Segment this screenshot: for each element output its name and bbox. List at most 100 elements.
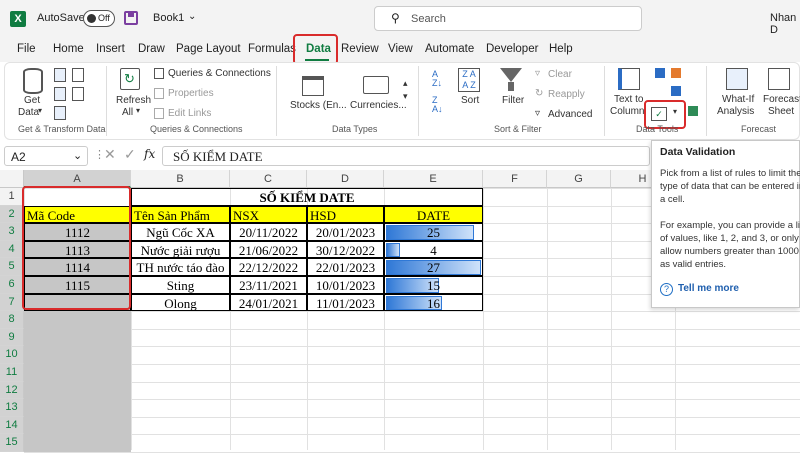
sort-ascending-icon[interactable]: A Z↓	[432, 70, 442, 88]
row-header-7[interactable]: 7	[0, 293, 24, 312]
advanced-button[interactable]: Advanced	[548, 109, 592, 120]
header-date[interactable]: DATE	[384, 205, 483, 224]
get-data-label-1[interactable]: Get	[24, 95, 40, 106]
cell-product[interactable]: Nước giải rượu	[131, 240, 230, 259]
header-nsx[interactable]: NSX	[230, 205, 307, 224]
tab-formulas[interactable]: Formulas	[248, 43, 296, 55]
what-if-analysis-icon[interactable]	[726, 68, 748, 90]
tab-home[interactable]: Home	[53, 43, 84, 55]
save-icon[interactable]	[124, 11, 138, 25]
chevron-up-icon[interactable]: ▴	[403, 78, 408, 89]
currencies-icon[interactable]	[363, 76, 389, 94]
tab-review[interactable]: Review	[341, 43, 379, 55]
edit-links-button[interactable]: Edit Links	[168, 108, 211, 119]
sort-button[interactable]: Sort	[461, 95, 479, 106]
text-to-columns-label-2[interactable]: Column	[610, 106, 644, 117]
tab-file[interactable]: File	[17, 43, 36, 55]
tab-view[interactable]: View	[388, 43, 413, 55]
properties-button[interactable]: Properties	[168, 88, 214, 99]
flash-fill-icon[interactable]	[655, 68, 665, 78]
cell-product[interactable]: TH nước táo đào	[131, 258, 230, 276]
queries-connections-button[interactable]: Queries & Connections	[168, 68, 271, 79]
row-header-11[interactable]: 11	[0, 364, 24, 382]
column-header-c[interactable]: C	[230, 170, 307, 188]
sheet-title[interactable]: SỐ KIỂM DATE	[131, 188, 483, 206]
header-product[interactable]: Tên Sản Phẩm	[131, 205, 230, 224]
forecast-label-2[interactable]: Sheet	[768, 106, 794, 117]
column-header-e[interactable]: E	[384, 170, 483, 188]
row-header-2[interactable]: 2	[0, 205, 24, 224]
cell-product[interactable]: Ngũ Cốc XA	[131, 223, 230, 241]
row-header-15[interactable]: 15	[0, 434, 24, 452]
refresh-label-1[interactable]: Refresh	[116, 95, 151, 106]
cell-nsx[interactable]: 20/11/2022	[230, 223, 307, 241]
row-header-8[interactable]: 8	[0, 311, 24, 329]
consolidate-icon[interactable]	[671, 86, 681, 96]
formula-input[interactable]: SỐ KIỂM DATE	[162, 146, 650, 166]
cell-date[interactable]: 16	[384, 293, 483, 312]
existing-connections-icon[interactable]	[72, 87, 84, 101]
cell-hsd[interactable]: 20/01/2023	[307, 223, 384, 241]
cell-nsx[interactable]: 22/12/2022	[230, 258, 307, 276]
database-icon[interactable]	[23, 68, 43, 94]
what-if-label-2[interactable]: Analysis	[717, 106, 754, 117]
cell-date[interactable]: 15	[384, 276, 483, 294]
row-header-10[interactable]: 10	[0, 346, 24, 364]
tell-me-more-link[interactable]: Tell me more	[678, 283, 739, 294]
row-header-14[interactable]: 14	[0, 416, 24, 435]
refresh-label-2[interactable]: All	[122, 107, 133, 118]
clear-button[interactable]: Clear	[548, 69, 572, 80]
text-to-columns-label-1[interactable]: Text to	[614, 94, 643, 105]
cancel-icon[interactable]: ✕	[104, 146, 116, 163]
chevron-down-icon[interactable]: ▾	[38, 106, 42, 115]
chevron-down-icon[interactable]: ⌄	[188, 11, 196, 22]
filter-button[interactable]: Filter	[502, 95, 524, 106]
tab-insert[interactable]: Insert	[96, 43, 125, 55]
sort-descending-icon[interactable]: Z A↓	[432, 96, 443, 114]
currencies-button[interactable]: Currencies...	[350, 100, 407, 111]
row-header-1[interactable]: 1	[0, 188, 24, 206]
tab-help[interactable]: Help	[549, 43, 573, 55]
cell-product[interactable]: Olong	[131, 293, 230, 312]
text-to-columns-icon[interactable]	[618, 68, 640, 90]
row-header-3[interactable]: 3	[0, 223, 24, 241]
cell-hsd[interactable]: 11/01/2023	[307, 293, 384, 312]
reapply-button[interactable]: Reapply	[548, 89, 585, 100]
get-data-label-2[interactable]: Data	[18, 107, 39, 118]
stocks-icon[interactable]	[302, 76, 324, 96]
header-hsd[interactable]: HSD	[307, 205, 384, 224]
filter-icon[interactable]	[500, 68, 522, 82]
column-header-d[interactable]: D	[307, 170, 384, 188]
select-all-corner[interactable]	[0, 170, 24, 188]
chevron-down-icon[interactable]: ▾	[403, 91, 408, 102]
cell-product[interactable]: Sting	[131, 276, 230, 294]
insert-function-button[interactable]: fx	[144, 147, 155, 161]
row-header-4[interactable]: 4	[0, 240, 24, 259]
chevron-down-icon[interactable]: ⌄	[73, 149, 82, 162]
cell-nsx[interactable]: 21/06/2022	[230, 240, 307, 259]
name-box[interactable]: A2 ⌄	[4, 146, 88, 166]
cell-nsx[interactable]: 24/01/2021	[230, 293, 307, 312]
row-header-6[interactable]: 6	[0, 276, 24, 294]
enter-icon[interactable]: ✓	[124, 146, 136, 163]
column-header-f[interactable]: F	[483, 170, 547, 188]
tab-automate[interactable]: Automate	[425, 43, 474, 55]
tab-developer[interactable]: Developer	[486, 43, 538, 55]
autosave-toggle[interactable]: Off	[83, 10, 115, 27]
tab-page-layout[interactable]: Page Layout	[176, 43, 241, 55]
cell-date[interactable]: 27	[384, 258, 483, 276]
forecast-sheet-icon[interactable]	[768, 68, 790, 90]
from-text-icon[interactable]	[54, 68, 66, 82]
cell-hsd[interactable]: 10/01/2023	[307, 276, 384, 294]
from-web-icon[interactable]	[54, 87, 66, 101]
column-header-g[interactable]: G	[547, 170, 611, 188]
from-table-icon[interactable]	[54, 106, 66, 120]
cell-nsx[interactable]: 23/11/2021	[230, 276, 307, 294]
user-name[interactable]: Nhan D	[770, 12, 800, 36]
cell-hsd[interactable]: 30/12/2022	[307, 240, 384, 259]
what-if-label-1[interactable]: What-If	[722, 94, 754, 105]
forecast-label-1[interactable]: Forecast	[763, 94, 800, 105]
cell-date[interactable]: 25	[384, 223, 483, 241]
column-header-b[interactable]: B	[131, 170, 230, 188]
search-box[interactable]: ⚲ Search	[374, 6, 642, 31]
